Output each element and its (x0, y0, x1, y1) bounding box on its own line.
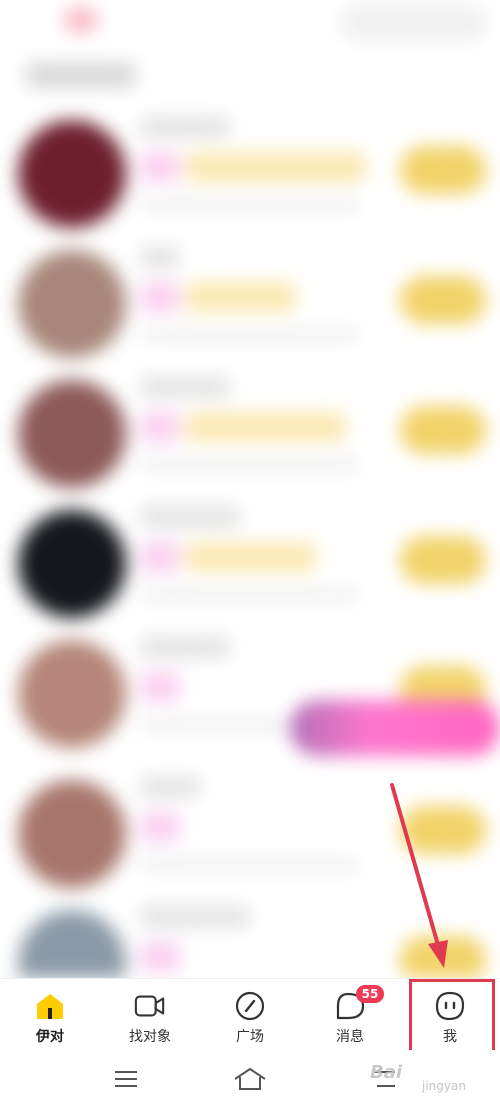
gender-tag (140, 812, 180, 842)
info-tag (186, 412, 346, 442)
search-box[interactable] (340, 4, 488, 42)
info-tag (186, 152, 366, 182)
gender-tag (140, 152, 180, 182)
list-item[interactable] (0, 240, 500, 370)
info-tag (186, 282, 296, 312)
blurred-content (0, 0, 500, 978)
watermark-logo: Bai jingyan (370, 1062, 466, 1093)
user-name (140, 506, 240, 528)
gender-tag (140, 542, 180, 572)
avatar (18, 910, 126, 978)
user-subtitle (140, 198, 360, 212)
tab-square[interactable]: 广场 (200, 979, 300, 1051)
home-icon (34, 991, 66, 1021)
avatar (18, 380, 126, 488)
gender-tag (140, 672, 180, 702)
avatar (18, 120, 126, 228)
user-name (140, 116, 230, 138)
avatar (18, 780, 126, 888)
tab-home[interactable]: 伊对 (0, 979, 100, 1051)
user-subtitle (140, 458, 360, 472)
user-name (140, 636, 230, 658)
tab-label: 找对象 (129, 1029, 171, 1045)
action-button[interactable] (400, 536, 486, 584)
top-indicator (64, 8, 98, 32)
avatar (18, 640, 126, 748)
tab-messages[interactable]: 55 消息 (300, 979, 400, 1051)
menu-icon[interactable] (108, 1064, 144, 1094)
user-name (140, 776, 200, 798)
action-button[interactable] (400, 936, 486, 978)
list-item[interactable] (0, 370, 500, 500)
user-name (140, 246, 180, 268)
tab-label: 伊对 (36, 1029, 64, 1045)
action-button[interactable] (400, 276, 486, 324)
user-subtitle (140, 858, 360, 872)
list-item[interactable] (0, 110, 500, 240)
action-button[interactable] (400, 806, 486, 854)
unread-badge: 55 (356, 985, 384, 1003)
promo-banner[interactable] (290, 700, 500, 756)
action-button[interactable] (400, 406, 486, 454)
list-item[interactable] (0, 500, 500, 630)
tab-find-partner[interactable]: 找对象 (100, 979, 200, 1051)
action-button[interactable] (400, 146, 486, 194)
tab-label: 广场 (236, 1029, 264, 1045)
list-item[interactable] (0, 900, 500, 978)
info-tag (186, 542, 316, 572)
section-header (26, 62, 136, 88)
gender-tag (140, 282, 180, 312)
watermark-subtext: jingyan (422, 1079, 466, 1093)
watermark-text: Bai (370, 1062, 403, 1083)
home-nav-icon[interactable] (232, 1064, 268, 1094)
gender-tag (140, 942, 180, 972)
avatar (18, 510, 126, 618)
user-name (140, 906, 250, 928)
user-subtitle (140, 328, 360, 342)
user-name (140, 376, 230, 398)
annotation-highlight-box (409, 979, 495, 1057)
tab-label: 消息 (336, 1029, 364, 1045)
compass-icon (234, 991, 266, 1021)
avatar (18, 250, 126, 358)
list-item[interactable] (0, 770, 500, 900)
video-camera-icon (134, 991, 166, 1021)
user-subtitle (140, 588, 360, 602)
gender-tag (140, 412, 180, 442)
